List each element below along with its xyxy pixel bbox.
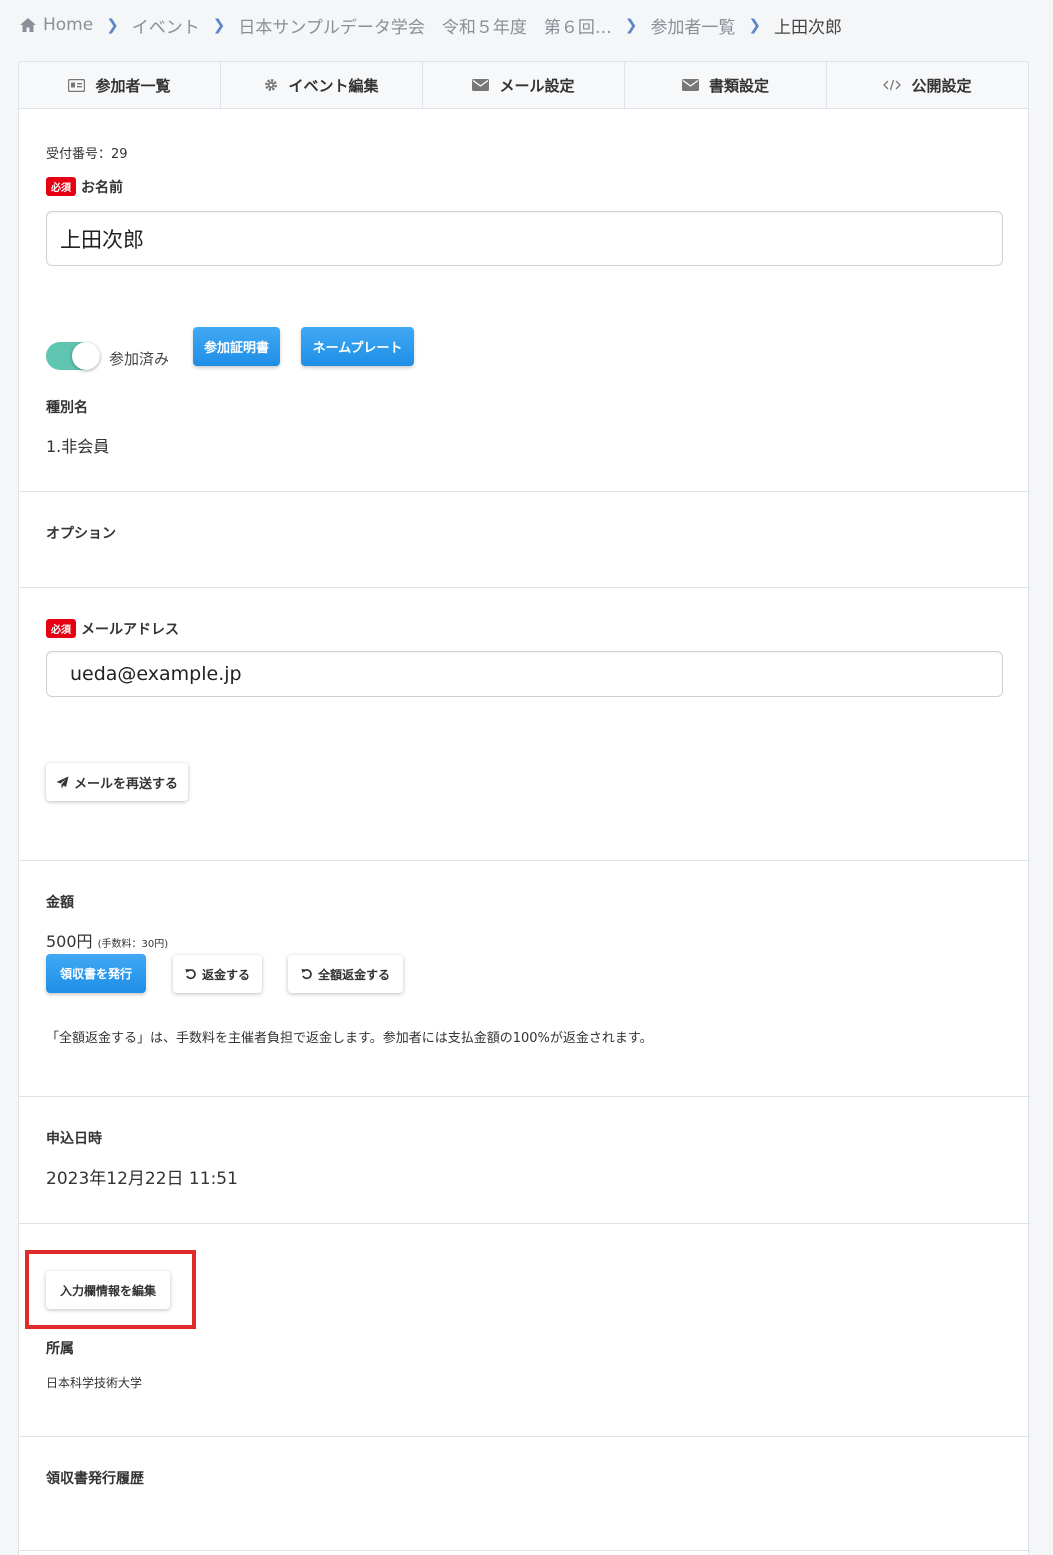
breadcrumb: Home ❯ イベント ❯ 日本サンプルデータ学会 令和５年度 第６回… ❯ 参…	[19, 12, 842, 38]
fee-note: (手数料：30円)	[97, 939, 169, 950]
tab-label: 書類設定	[708, 76, 769, 95]
amount-value: 500円 (手数料：30円)	[46, 932, 169, 951]
chevron-right-icon: ❯	[106, 16, 119, 34]
application-date-label: 申込日時	[46, 1131, 102, 1147]
breadcrumb-events[interactable]: イベント	[132, 13, 200, 38]
tab-mail-settings[interactable]: メール設定	[423, 62, 625, 108]
application-date-section: 申込日時 2023年12月22日 11:51	[19, 1097, 1030, 1224]
undo-icon	[185, 969, 196, 980]
refund-note: 「全額返金する」は、手数料を主催者負担で返金します。参加者には支払金額の100%…	[46, 1031, 653, 1046]
undo-icon	[301, 969, 312, 980]
options-label: オプション	[46, 526, 116, 542]
home-icon	[20, 18, 36, 32]
amount-label: 金額	[46, 895, 74, 911]
issue-receipt-button[interactable]: 領収書を発行	[46, 954, 146, 993]
code-icon	[883, 79, 902, 91]
participant-detail-card: 参加者一覧 イベント編集 メール設定 書類設定 公開設定 受付番号：29 必須お…	[18, 61, 1030, 1555]
tab-label: 参加者一覧	[95, 76, 171, 95]
nameplate-button[interactable]: ネームプレート	[301, 327, 414, 366]
affiliation-value: 日本科学技術大学	[46, 1376, 143, 1390]
toggle-knob	[72, 342, 100, 370]
resend-email-button[interactable]: メールを再送する	[46, 763, 188, 801]
application-date-value: 2023年12月22日 11:51	[46, 1169, 238, 1189]
email-section: 必須 メールアドレス ueda@example.jp メールを再送する	[19, 588, 1030, 861]
chevron-right-icon: ❯	[748, 16, 762, 34]
tab-label: イベント編集	[288, 76, 379, 95]
receipt-number-value: 29	[111, 147, 128, 162]
required-badge: 必須	[46, 619, 76, 638]
envelope-icon	[681, 79, 699, 91]
full-refund-button[interactable]: 全額返金する	[288, 955, 403, 993]
tab-participants[interactable]: 参加者一覧	[19, 62, 221, 108]
options-section: オプション	[19, 492, 1030, 588]
id-card-icon	[68, 78, 86, 92]
tab-publish-settings[interactable]: 公開設定	[827, 62, 1028, 108]
tab-label: メール設定	[499, 76, 575, 95]
breadcrumb-home[interactable]: Home	[43, 15, 93, 35]
chevron-right-icon: ❯	[212, 16, 226, 34]
receipt-history-section: 領収書発行履歴	[19, 1437, 1030, 1551]
required-badge: 必須	[46, 177, 76, 196]
breadcrumb-current: 上田次郎	[774, 17, 843, 38]
email-label: 必須 メールアドレス	[46, 619, 179, 639]
name-input[interactable]: 上田次郎	[46, 211, 1003, 266]
envelope-icon	[472, 79, 490, 91]
receipt-history-label: 領収書発行履歴	[46, 1471, 144, 1487]
refund-button[interactable]: 返金する	[173, 955, 262, 993]
amount-section: 金額 500円 (手数料：30円) 領収書を発行 返金する 全額返金する 「全額…	[19, 861, 1030, 1097]
category-value: 1.非会員	[46, 437, 110, 456]
attended-toggle[interactable]	[46, 342, 100, 370]
affiliation-label: 所属	[46, 1341, 74, 1357]
attended-label: 参加済み	[109, 350, 170, 368]
tab-event-edit[interactable]: イベント編集	[221, 62, 423, 108]
email-input[interactable]: ueda@example.jp	[46, 651, 1003, 697]
receipt-number: 受付番号：29	[46, 147, 128, 162]
name-label: 必須 お名前	[46, 177, 123, 197]
highlight-box	[25, 1250, 196, 1329]
tab-document-settings[interactable]: 書類設定	[625, 62, 827, 108]
breadcrumb-event-name[interactable]: 日本サンプルデータ学会 令和５年度 第６回…	[238, 13, 612, 38]
attendance-certificate-button[interactable]: 参加証明書	[193, 327, 280, 366]
tab-label: 公開設定	[911, 76, 972, 95]
breadcrumb-participants[interactable]: 参加者一覧	[650, 13, 735, 38]
gear-icon	[265, 79, 278, 91]
category-label: 種別名	[46, 400, 88, 416]
chevron-right-icon: ❯	[624, 16, 638, 34]
paper-plane-icon	[56, 776, 69, 788]
tab-bar: 参加者一覧 イベント編集 メール設定 書類設定 公開設定	[19, 62, 1028, 109]
participant-basic-section: 受付番号：29 必須 お名前 上田次郎 参加済み 参加証明書 ネームプレート 種別…	[19, 110, 1030, 492]
